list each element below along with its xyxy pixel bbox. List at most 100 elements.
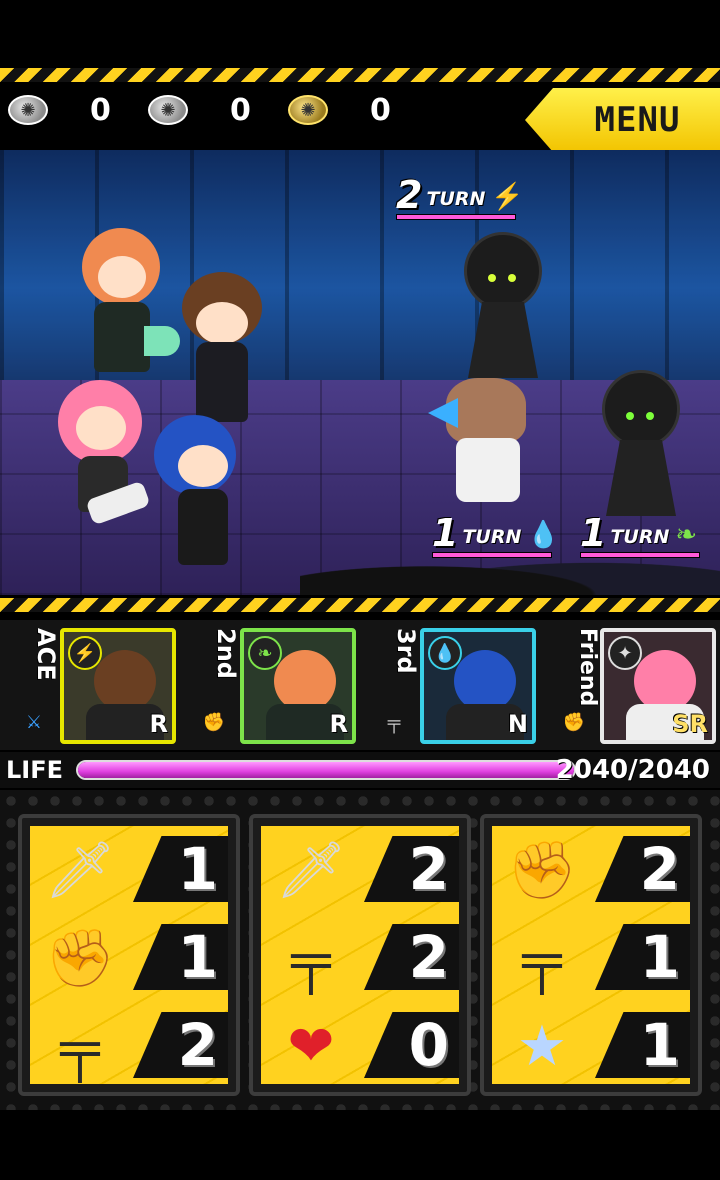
party-girl-pink[interactable] (48, 370, 158, 530)
bomb-count-1: 0 (90, 92, 111, 128)
wind-leaf-icon: ❧ (675, 519, 698, 549)
wind-leaf-icon: ❧ (248, 636, 282, 670)
menu-button[interactable]: MENU (525, 88, 720, 152)
enemy-hooded-ghost-1[interactable] (458, 232, 548, 382)
star-icon: ★ (516, 1014, 568, 1077)
party-portrait-friend[interactable]: ✦ SR (600, 628, 716, 744)
turn-count: 2 (396, 173, 423, 217)
enemy-3-turn-badge: 1 TURN ❧ (580, 508, 700, 558)
party-rank-label: 3rd (392, 628, 420, 674)
enemy-2-hp-bar (432, 552, 552, 558)
reel-count: 1 (177, 923, 218, 991)
rarity-badge: R (149, 710, 168, 738)
gun-icon: ╤ (291, 926, 331, 990)
reel-count-tab: 2 (595, 836, 690, 902)
knife-icon: 🗡 (44, 838, 116, 901)
turn-label: TURN (462, 526, 522, 548)
water-drop-icon: 💧 (527, 519, 560, 549)
fist-icon: ✊ (507, 838, 577, 901)
reel-row: ✊ 1 (30, 914, 228, 1000)
lightning-icon: ⚡ (491, 181, 524, 211)
party-slot-2nd[interactable]: 2nd ✊ ❧ R (180, 628, 360, 748)
reel-count: 2 (639, 835, 680, 903)
silver-bomb-icon: ✺ (8, 95, 48, 125)
gun-icon: ╤ (60, 1014, 100, 1078)
reel-count-tab: 2 (133, 1012, 228, 1078)
menu-button-label: MENU (594, 100, 681, 140)
fist-icon: ✊ (202, 711, 226, 732)
party-slot-ace[interactable]: ACE ⚔ ⚡ R (0, 628, 180, 748)
enemy-1-hp-bar (396, 214, 516, 220)
heart-icon: ❤ (287, 1014, 335, 1077)
life-bar: LIFE 2040/2040 (0, 752, 720, 788)
reel-row: 🗡 1 (30, 826, 228, 912)
battlefield: 2 TURN ⚡ 1 TURN 💧 1 TURN ❧ (0, 150, 720, 595)
reel-count: 2 (177, 1011, 218, 1079)
reel-count-tab: 1 (595, 924, 690, 990)
life-label: LIFE (6, 756, 64, 784)
reel-count-tab: 1 (133, 836, 228, 902)
fist-icon: ✊ (562, 711, 586, 732)
party-bar: ACE ⚔ ⚡ R 2nd ✊ ❧ R 3rd ╤ 💧 N Friend ✊ ✦… (0, 620, 720, 750)
enemy-1-turn-badge: 2 TURN ⚡ (396, 170, 524, 220)
party-portrait-2nd[interactable]: ❧ R (240, 628, 356, 744)
gun-icon: ╤ (522, 926, 562, 990)
reel-row: 🗡 2 (261, 826, 459, 912)
reel-1[interactable]: 🗡 1 ✊ 1 ╤ 2 (18, 814, 240, 1096)
fist-icon: ✊ (45, 926, 115, 989)
reel-count: 1 (639, 923, 680, 991)
reel-row: ❤ 0 (261, 1002, 459, 1084)
life-fill (78, 762, 574, 778)
party-slot-friend[interactable]: Friend ✊ ✦ SR (540, 628, 720, 748)
sword-icon: ⚔ (25, 711, 43, 732)
rarity-badge: N (507, 710, 528, 738)
bomb-counter-3: ✺ 0 (288, 85, 391, 135)
water-drop-icon: 💧 (428, 636, 462, 670)
party-girl-orange[interactable] (60, 220, 180, 380)
party-rank-label: Friend (575, 628, 600, 707)
turn-label: TURN (426, 188, 486, 210)
life-track (76, 760, 576, 780)
compass-star-icon: ✦ (608, 636, 642, 670)
reel-count-tab: 0 (364, 1012, 459, 1078)
reel-row: ╤ 1 (492, 914, 690, 1000)
reel-row: ✊ 2 (492, 826, 690, 912)
party-rank-label: 2nd (212, 628, 240, 679)
party-slot-3rd[interactable]: 3rd ╤ 💧 N (360, 628, 540, 748)
hazard-stripe-top (0, 68, 720, 82)
reel-row: ╤ 2 (261, 914, 459, 1000)
reel-count-tab: 2 (364, 924, 459, 990)
reel-count: 0 (408, 1011, 449, 1079)
slot-reels: 🗡 1 ✊ 1 ╤ 2 🗡 2 ╤ 2 ❤ 0 ✊ 2 ╤ 1 ★ 1 (0, 790, 720, 1110)
enemy-hooded-ghost-2[interactable] (596, 370, 686, 520)
bomb-counter-1: ✺ 0 (8, 85, 111, 135)
enemy-3-hp-bar (580, 552, 700, 558)
enemy-2-turn-badge: 1 TURN 💧 (432, 508, 560, 558)
bomb-counter-2: ✺ 0 (148, 85, 251, 135)
reel-2[interactable]: 🗡 2 ╤ 2 ❤ 0 (249, 814, 471, 1096)
turn-count: 1 (580, 511, 607, 555)
gold-bomb-icon: ✺ (288, 95, 328, 125)
rarity-badge: R (329, 710, 348, 738)
reel-3[interactable]: ✊ 2 ╤ 1 ★ 1 (480, 814, 702, 1096)
silver-bomb-icon: ✺ (148, 95, 188, 125)
gun-icon: ╤ (387, 711, 401, 732)
turn-count: 1 (432, 511, 459, 555)
rarity-badge: SR (672, 710, 708, 738)
reel-count-tab: 1 (595, 1012, 690, 1078)
bomb-count-3: 0 (370, 92, 391, 128)
turn-label: TURN (610, 526, 670, 548)
enemy-wolf-mummy[interactable] (428, 378, 538, 508)
life-value: 2040/2040 (555, 755, 710, 785)
party-portrait-3rd[interactable]: 💧 N (420, 628, 536, 744)
reel-count: 1 (639, 1011, 680, 1079)
reel-count: 2 (408, 923, 449, 991)
hazard-stripe-bottom (0, 598, 720, 612)
party-boy-blue[interactable] (150, 415, 250, 575)
knife-icon: 🗡 (275, 838, 347, 901)
lightning-icon: ⚡ (68, 636, 102, 670)
reel-count: 2 (408, 835, 449, 903)
reel-row: ★ 1 (492, 1002, 690, 1084)
reel-count-tab: 2 (364, 836, 459, 902)
party-portrait-ace[interactable]: ⚡ R (60, 628, 176, 744)
